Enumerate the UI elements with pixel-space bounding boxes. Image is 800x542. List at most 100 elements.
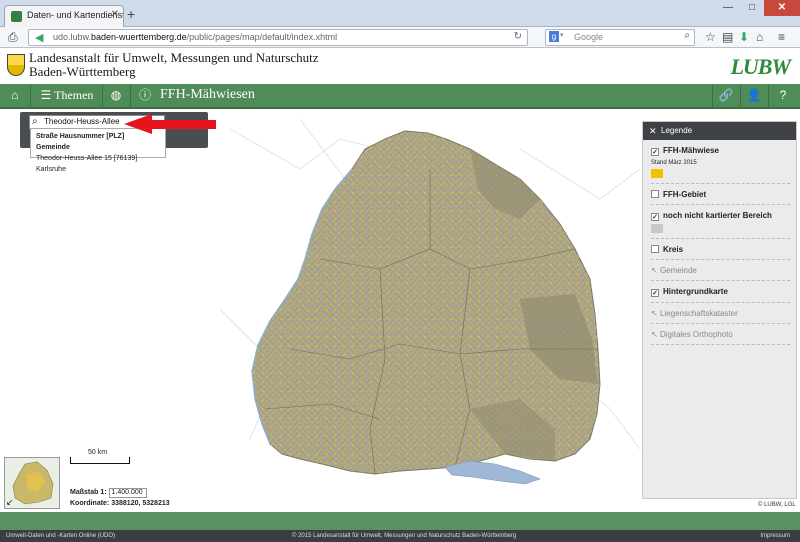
search-value: Theodor-Heuss-Allee [44,117,120,126]
globe-icon: ◍ [110,88,122,102]
close-window-icon[interactable]: ✕ [764,0,800,16]
footer-left[interactable]: Umwelt-Daten und -Karten Online (UDO) [6,530,115,542]
zoom-arrow-icon: ↖ [651,330,660,339]
globe-button[interactable]: ◍ [106,84,126,107]
google-icon: g [549,31,559,42]
legend-label: FFH-Gebiet [663,190,707,199]
legend-item-ffh-gebiet[interactable]: FFH-Gebiet [651,184,790,205]
chevron-down-icon[interactable]: ▾ [560,31,564,39]
maximize-icon[interactable]: □ [740,0,764,16]
help-icon: ? [779,88,787,102]
overview-map[interactable]: ↙ [4,457,60,509]
info-button[interactable]: ⓘ [136,84,154,107]
scalebar [70,457,130,464]
search-icon[interactable]: ⌕ [684,30,690,41]
search-placeholder: Google [574,32,604,42]
legend-item-unmapped[interactable]: ✓ noch nicht kartierter Bereich [651,205,790,239]
lake-constance [444,460,541,485]
browser-tabbar: Daten- und Kartendienst d... ✕ + — □ ✕ [0,0,800,27]
url-prefix: udo.lubw. [53,32,92,42]
coat-of-arms-icon [7,54,25,76]
browser-tab[interactable]: Daten- und Kartendienst d... ✕ [4,5,124,27]
legend-label: noch nicht kartierter Bereich [663,211,772,220]
legend-sublabel: Stand März 2015 [651,160,697,166]
zoom-arrow-icon: ↖ [651,309,660,318]
legend-label: FFH-Mähwiese [663,146,720,155]
close-icon[interactable]: ✕ [649,122,657,140]
legend-label: Digitales Orthophoto [659,330,733,339]
legend-panel: ✕ Legende ✓ FFH-Mähwiese Stand März 2015 … [642,121,797,499]
checkbox-icon[interactable]: ✓ [651,148,659,156]
tab-title: Daten- und Kartendienst d... [27,10,124,20]
checkbox-icon[interactable] [651,190,659,198]
legend-item-ffh-maehwiese[interactable]: ✓ FFH-Mähwiese Stand März 2015 [651,140,790,184]
legend-header: ✕ Legende [643,122,796,140]
map-view[interactable]: ⌕ Theodor-Heuss-Allee Straße Hausnummer … [0,109,800,512]
new-tab-icon[interactable]: + [127,6,135,22]
home-icon[interactable]: ⌂ [756,30,763,44]
coordinate-display: Koordinate: 3388120, 5328213 [70,500,170,507]
legend-label: Liegenschaftskataster [659,309,738,318]
link-button[interactable]: 🔗 [716,84,736,107]
scale-display: Maßstab 1: 1.400.000 [70,488,147,498]
menu-icon[interactable]: ≡ [778,30,785,44]
scalebar-label: 50 km [88,449,108,456]
checkbox-icon[interactable]: ✓ [651,289,659,297]
legend-item-orthophoto[interactable]: ↖ Digitales Orthophoto [651,324,790,345]
legend-item-kreis[interactable]: Kreis [651,239,790,260]
legend-item-hintergrundkarte[interactable]: ✓ Hintergrundkarte [651,281,790,303]
footer-center: © 2015 Landesanstalt für Umwelt, Messung… [292,533,517,539]
legend-swatch [651,224,663,233]
scale-label: Maßstab [70,489,99,496]
search-icon: ⌕ [32,116,38,127]
link-icon: 🔗 [718,88,734,102]
back-arrow-icon[interactable]: ◀ [35,31,43,44]
collapse-arrow-icon[interactable]: ↙ [6,497,14,508]
page-footer: Umwelt-Daten und -Karten Online (UDO) © … [0,530,800,542]
home-button[interactable]: ⌂ [4,84,26,107]
help-button[interactable]: ? [772,84,794,107]
legend-swatch [651,169,663,178]
map-copyright: © LUBW, LGL [758,502,796,508]
page-title: FFH-Mähwiesen [160,87,255,102]
site-favicon-icon [11,11,22,22]
legend-label: Gemeinde [659,266,697,275]
checkbox-icon[interactable] [651,245,659,253]
annotation-arrow [124,114,216,134]
browser-search-input[interactable]: g ▾ Google ⌕ [545,29,695,46]
close-tab-icon[interactable]: ✕ [111,9,119,20]
app-toolbar: ⌂ ☰ Themen ◍ ⓘ FFH-Mähwiesen 🔗 👤 ? [0,84,800,109]
list-icon: ☰ [40,88,52,102]
download-icon[interactable]: ⬇ [739,30,749,44]
url-path: /public/pages/map/default/index.xhtml [186,32,338,42]
organization-name: Landesanstalt für Umwelt, Messungen und … [29,51,319,79]
home-icon: ⌂ [11,88,19,102]
minimize-icon[interactable]: — [716,0,740,16]
legend-label: Hintergrundkarte [663,287,728,296]
legend-item-liegenschaftskataster[interactable]: ↖ Liegenschaftskataster [651,303,790,324]
themes-button[interactable]: ☰ Themen [36,84,98,107]
address-bar[interactable]: ◀ udo.lubw.baden-wuerttemberg.de/public/… [28,29,528,46]
checkbox-icon[interactable]: ✓ [651,213,659,221]
legend-label: Kreis [663,245,684,254]
legend-item-gemeinde[interactable]: ↖ Gemeinde [651,260,790,281]
user-button[interactable]: 👤 [744,84,764,107]
lubw-logo[interactable]: LUBW [730,54,791,80]
star-icon[interactable]: ☆ [705,30,716,44]
info-icon: ⓘ [138,88,151,102]
site-header: Landesanstalt für Umwelt, Messungen und … [0,48,800,84]
suggestion-item[interactable]: Theodor-Heuss-Allee 15 [76139] Karlsruhe [36,153,160,175]
footer-band [0,512,800,530]
url-domain: baden-wuerttemberg.de [91,32,187,42]
impressum-link[interactable]: Impressum [760,530,790,542]
legend-title: Legende [661,126,693,135]
coords-label: Koordinate: [70,500,110,507]
org-name-line1: Landesanstalt für Umwelt, Messungen und … [29,50,319,65]
clipboard-icon[interactable]: ▤ [722,30,733,44]
scale-prefix: 1: [100,489,107,496]
reload-icon[interactable]: ↻ [514,31,522,42]
themes-label: Themen [54,88,94,102]
scale-input[interactable]: 1.400.000 [108,488,147,498]
print-icon[interactable]: ⎙ [8,30,18,45]
window-controls: — □ ✕ [716,0,800,18]
